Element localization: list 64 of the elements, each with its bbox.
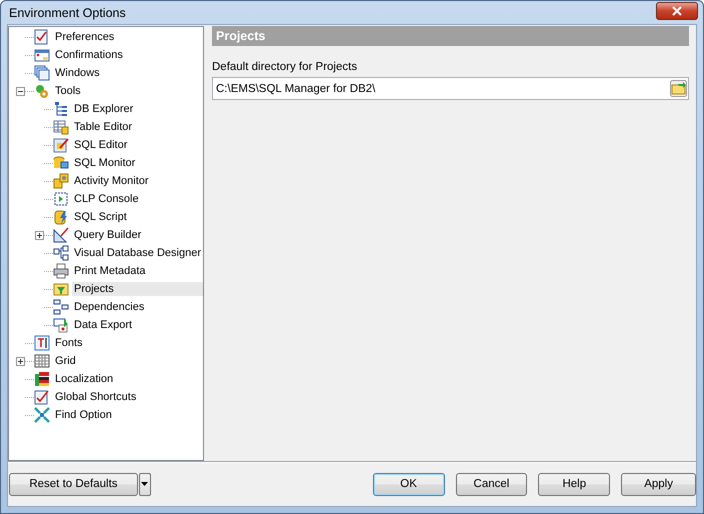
tree-item[interactable]: Find Option xyxy=(53,408,114,422)
directory-input[interactable]: C:\EMS\SQL Manager for DB2\ xyxy=(216,82,670,94)
lightning-icon xyxy=(53,209,69,225)
flags-icon xyxy=(34,371,50,387)
tree-item[interactable]: Preferences xyxy=(53,30,116,44)
tree-item[interactable]: Print Metadata xyxy=(72,264,148,278)
ruler-icon xyxy=(53,227,69,243)
caret-icon xyxy=(141,482,148,486)
tree-item[interactable]: SQL Script xyxy=(72,210,129,224)
arrows-icon xyxy=(34,407,50,423)
tree-item[interactable]: Query Builder xyxy=(72,228,144,242)
export-icon xyxy=(53,317,69,333)
windows-icon xyxy=(34,65,50,81)
tree-item[interactable]: Tools xyxy=(53,84,83,98)
grid-icon xyxy=(34,353,50,369)
plus-icon xyxy=(17,358,24,364)
hierarchy-icon xyxy=(53,299,69,315)
tree-item[interactable]: Visual Database Designer xyxy=(72,246,203,260)
database-icon xyxy=(53,173,69,189)
tree-item[interactable]: Dependencies xyxy=(72,300,146,314)
diagram-icon xyxy=(53,245,69,261)
pencil-icon xyxy=(53,137,69,153)
apply-button[interactable]: Apply xyxy=(621,472,696,496)
window-title: Environment Options xyxy=(8,6,126,20)
checklist-icon xyxy=(34,29,50,45)
tree-item[interactable]: Confirmations xyxy=(53,48,125,62)
dropdown-button[interactable] xyxy=(138,472,151,496)
field-label: Default directory for Projects xyxy=(212,61,358,73)
printer-icon xyxy=(53,263,69,279)
gears-icon xyxy=(34,83,50,99)
hierarchy-icon xyxy=(53,101,69,117)
tree-item[interactable]: Global Shortcuts xyxy=(53,390,138,404)
reset-button[interactable]: Reset to Defaults xyxy=(9,472,138,496)
dialog-icon xyxy=(34,47,50,63)
expander-toggle[interactable] xyxy=(35,230,44,240)
ok-button[interactable]: OK xyxy=(372,472,445,496)
tree-item[interactable]: Localization xyxy=(53,372,116,386)
directory-field[interactable]: C:\EMS\SQL Manager for DB2\ xyxy=(212,77,689,100)
expander-toggle[interactable] xyxy=(16,356,25,366)
tree-item[interactable]: SQL Editor xyxy=(72,138,130,152)
tree-item[interactable]: Table Editor xyxy=(72,120,134,134)
close-icon xyxy=(672,6,682,16)
tree-item[interactable]: Projects xyxy=(72,282,203,296)
cancel-button[interactable]: Cancel xyxy=(456,472,528,496)
close-button[interactable] xyxy=(656,2,698,20)
expander-toggle[interactable] xyxy=(16,86,25,96)
font-icon xyxy=(34,335,50,351)
tree-item[interactable]: CLP Console xyxy=(72,192,141,206)
tree-item[interactable]: Windows xyxy=(53,66,102,80)
help-button[interactable]: Help xyxy=(538,472,610,496)
tree-item[interactable]: Activity Monitor xyxy=(72,174,151,188)
tree-item[interactable]: SQL Monitor xyxy=(72,156,138,170)
table-icon xyxy=(53,119,69,135)
folder-icon[interactable] xyxy=(670,80,687,97)
tree-item[interactable]: Data Export xyxy=(72,318,134,332)
console-icon xyxy=(53,191,69,207)
plus-icon xyxy=(36,232,43,238)
database-icon xyxy=(53,155,69,171)
section-header: Projects xyxy=(212,26,689,46)
checklist-icon xyxy=(34,389,50,405)
tree-item[interactable]: Fonts xyxy=(53,336,85,350)
folder-icon xyxy=(53,281,69,297)
tree-item[interactable]: DB Explorer xyxy=(72,102,136,116)
tree-item[interactable]: Grid xyxy=(53,354,78,368)
